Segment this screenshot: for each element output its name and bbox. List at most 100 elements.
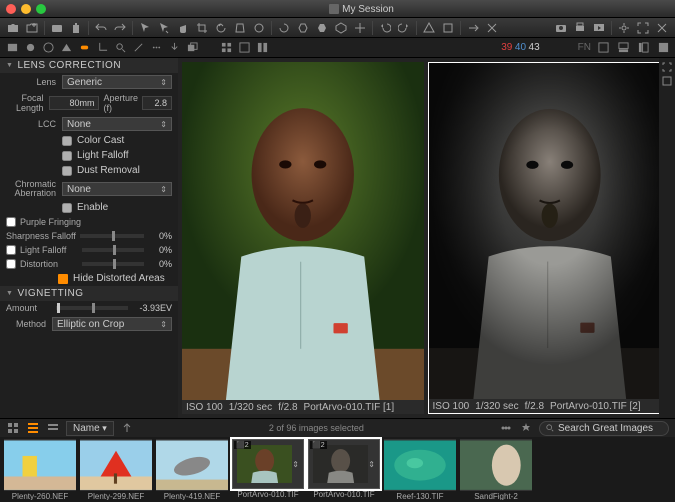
filmstrip: Plenty-260.NEFPlenty-299.NEFPlenty-419.N…	[0, 437, 675, 502]
focus-mask-icon[interactable]	[439, 20, 457, 36]
tool-tabs: 39 40 43 FN	[0, 38, 675, 58]
sharpness-slider[interactable]	[80, 234, 144, 238]
warning-icon[interactable]	[420, 20, 438, 36]
rating-filter-icon[interactable]	[499, 421, 513, 435]
thumbnail[interactable]	[460, 439, 532, 491]
search-input[interactable]: Search Great Images	[539, 421, 669, 436]
purple-fringing-check[interactable]	[6, 217, 16, 227]
chromatic-select[interactable]: None	[62, 182, 172, 196]
thumbnail[interactable]	[384, 439, 456, 491]
light-falloff-slider-check[interactable]	[6, 245, 16, 255]
view-multi-icon[interactable]	[254, 40, 270, 56]
trash-icon[interactable]	[67, 20, 85, 36]
hand-tool-icon[interactable]	[174, 20, 192, 36]
layout-1-icon[interactable]	[595, 40, 611, 56]
rotate-tool-icon[interactable]	[212, 20, 230, 36]
cursor-tool-icon[interactable]	[136, 20, 154, 36]
aperture-input[interactable]	[142, 96, 172, 110]
tools-icon[interactable]	[653, 20, 671, 36]
layout-4-icon[interactable]	[655, 40, 671, 56]
cursor-dropdown-icon[interactable]	[155, 20, 173, 36]
lens-select[interactable]: Generic	[62, 75, 172, 89]
aperture-label: Aperture (f)	[103, 93, 138, 113]
copy-adjust-icon[interactable]	[294, 20, 312, 36]
vignetting-header[interactable]: VIGNETTING	[0, 286, 178, 301]
crop-tool-icon[interactable]	[193, 20, 211, 36]
chromatic-enable-check[interactable]: Enable	[0, 200, 178, 215]
thumbnail[interactable]	[80, 439, 152, 491]
purple-fringing-label: Purple Fringing	[20, 217, 90, 227]
keystone-tool-icon[interactable]	[231, 20, 249, 36]
paste-adjust-icon[interactable]	[313, 20, 331, 36]
distortion-slider[interactable]	[82, 262, 144, 266]
layout-3-icon[interactable]	[635, 40, 651, 56]
fullscreen-icon[interactable]	[634, 20, 652, 36]
thumbnail[interactable]: ⬛2	[308, 439, 380, 489]
camera-icon[interactable]	[552, 20, 570, 36]
metadata-tab-icon[interactable]	[148, 40, 164, 56]
style-icon[interactable]	[332, 20, 350, 36]
lcc-select[interactable]: None	[62, 117, 172, 131]
color-tab-icon[interactable]	[40, 40, 56, 56]
slideshow-icon[interactable]	[590, 20, 608, 36]
proof-icon[interactable]	[662, 76, 672, 86]
image-pane-1[interactable]: ISO 1001/320 secf/2.8PortArvo-010.TIF [1…	[182, 62, 424, 414]
star-filter-icon[interactable]	[519, 421, 533, 435]
expand-icon[interactable]	[662, 62, 672, 72]
adjustments-tab-icon[interactable]	[130, 40, 146, 56]
spot-tool-icon[interactable]	[250, 20, 268, 36]
lens-correction-header[interactable]: LENS CORRECTION	[0, 58, 178, 73]
sort-asc-icon[interactable]	[120, 421, 134, 435]
lens-tab-icon[interactable]	[76, 40, 92, 56]
selection-count: 2 of 96 images selected	[140, 423, 493, 433]
batch-tab-icon[interactable]	[184, 40, 200, 56]
settings-icon[interactable]	[615, 20, 633, 36]
dust-removal-check[interactable]: Dust Removal	[0, 163, 178, 178]
thumbnail[interactable]	[156, 439, 228, 491]
chromatic-label: Chromatic Aberration	[6, 180, 62, 198]
capture-icon[interactable]	[48, 20, 66, 36]
library-tab-icon[interactable]	[4, 40, 20, 56]
reset-icon[interactable]	[275, 20, 293, 36]
sharpness-label: Sharpness Falloff	[6, 231, 76, 241]
auto-icon[interactable]	[351, 20, 369, 36]
color-cast-check[interactable]: Color Cast	[0, 133, 178, 148]
sort-select[interactable]: Name ▾	[66, 421, 114, 436]
view-single-icon[interactable]	[236, 40, 252, 56]
import-icon[interactable]	[4, 20, 22, 36]
process-icon[interactable]	[464, 20, 482, 36]
browser-toolbar: Name ▾ 2 of 96 images selected Search Gr…	[0, 419, 675, 437]
capture-tab-icon[interactable]	[22, 40, 38, 56]
light-falloff-check[interactable]: Light Falloff	[0, 148, 178, 163]
output-tab-icon[interactable]	[166, 40, 182, 56]
redo-icon[interactable]	[111, 20, 129, 36]
exposure-tab-icon[interactable]	[58, 40, 74, 56]
amount-slider[interactable]	[56, 306, 128, 310]
minimize-window[interactable]	[21, 4, 31, 14]
browser-list-icon[interactable]	[46, 421, 60, 435]
thumbnail[interactable]	[4, 439, 76, 491]
thumbnail[interactable]: ⬛2	[232, 439, 304, 489]
close-window[interactable]	[6, 4, 16, 14]
thumbnail-label: PortArvo-010.TIF	[308, 489, 380, 500]
browser-filmstrip-icon[interactable]	[26, 421, 40, 435]
distortion-check[interactable]	[6, 259, 16, 269]
edit-with-icon[interactable]	[483, 20, 501, 36]
focal-input[interactable]	[49, 96, 99, 110]
hide-distorted-check[interactable]: Hide Distorted Areas	[0, 271, 178, 286]
lcc-label: LCC	[6, 119, 62, 129]
image-pane-2[interactable]: ISO 1001/320 secf/2.8PortArvo-010.TIF [2…	[428, 62, 672, 414]
layout-2-icon[interactable]	[615, 40, 631, 56]
print-icon[interactable]	[571, 20, 589, 36]
details-tab-icon[interactable]	[112, 40, 128, 56]
crop-tab-icon[interactable]	[94, 40, 110, 56]
undo-icon[interactable]	[92, 20, 110, 36]
light-falloff-slider[interactable]	[82, 248, 144, 252]
method-select[interactable]: Elliptic on Crop	[52, 317, 172, 331]
folder-add-icon[interactable]	[23, 20, 41, 36]
browser-grid-icon[interactable]	[6, 421, 20, 435]
rotate-left-icon[interactable]	[376, 20, 394, 36]
rotate-right-icon[interactable]	[395, 20, 413, 36]
zoom-window[interactable]	[36, 4, 46, 14]
view-grid-icon[interactable]	[218, 40, 234, 56]
